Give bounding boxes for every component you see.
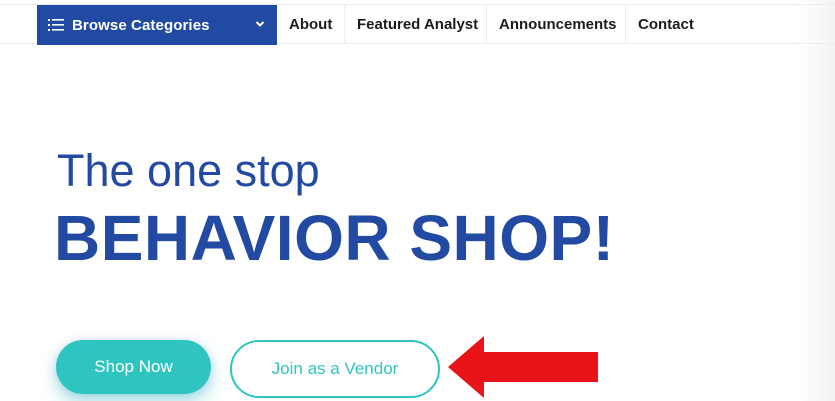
page: Browse Categories About Featured Analyst… bbox=[0, 0, 835, 401]
left-arrow-icon bbox=[448, 336, 598, 398]
nav-link-label: Contact bbox=[638, 15, 694, 33]
hero-title: BEHAVIOR SHOP! bbox=[54, 202, 615, 274]
browse-categories-button[interactable]: Browse Categories bbox=[37, 5, 277, 45]
list-icon bbox=[48, 19, 64, 31]
main-navbar: Browse Categories About Featured Analyst… bbox=[0, 4, 835, 45]
shop-now-button[interactable]: Shop Now bbox=[56, 340, 211, 394]
nav-link-announcements[interactable]: Announcements bbox=[486, 5, 629, 43]
right-edge-shade bbox=[795, 0, 835, 401]
chevron-down-icon bbox=[255, 21, 265, 27]
browse-categories-label: Browse Categories bbox=[72, 16, 210, 34]
shop-now-label: Shop Now bbox=[94, 357, 173, 376]
nav-link-featured-analyst[interactable]: Featured Analyst bbox=[344, 5, 490, 43]
nav-link-label: Announcements bbox=[499, 15, 617, 33]
nav-link-about[interactable]: About bbox=[277, 5, 344, 43]
join-vendor-label: Join as a Vendor bbox=[271, 359, 399, 378]
hero-subtitle: The one stop bbox=[57, 145, 320, 196]
nav-link-label: Featured Analyst bbox=[357, 15, 479, 33]
join-vendor-button[interactable]: Join as a Vendor bbox=[230, 340, 440, 398]
nav-link-label: About bbox=[289, 15, 333, 33]
nav-link-contact[interactable]: Contact bbox=[625, 5, 706, 43]
